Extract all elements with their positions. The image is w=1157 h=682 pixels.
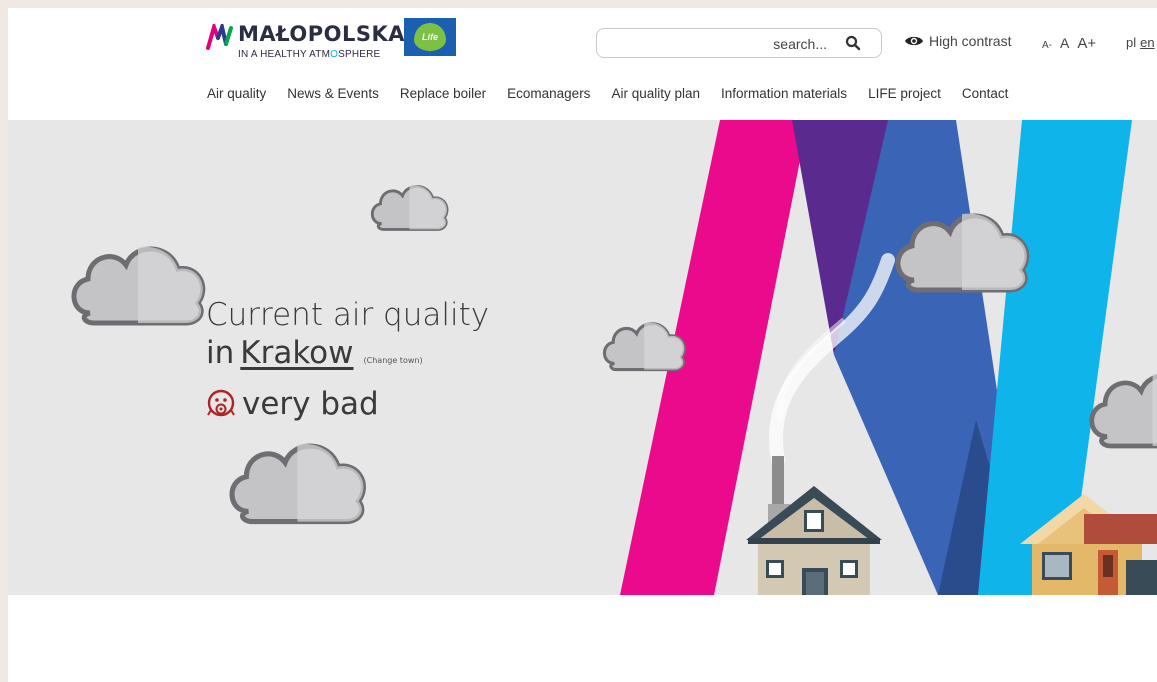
air-quality-status: very bad xyxy=(206,386,379,422)
nav-item-air-quality[interactable]: Air quality xyxy=(207,86,266,101)
lang-en-link[interactable]: en xyxy=(1140,35,1154,50)
air-quality-city-line: in Krakow (Change town) xyxy=(206,335,423,371)
air-quality-headline: Current air quality xyxy=(206,297,490,333)
nav-item-contact[interactable]: Contact xyxy=(962,86,1009,101)
life-logo: Life xyxy=(414,23,446,51)
main-navigation: Air quality News & Events Replace boiler… xyxy=(207,86,1029,101)
eye-icon xyxy=(905,36,923,46)
font-normal-button[interactable]: A xyxy=(1060,35,1069,51)
logo-title: MAŁOPOLSKA xyxy=(238,22,406,46)
font-larger-button[interactable]: A+ xyxy=(1077,35,1096,52)
lang-pl-link[interactable]: pl xyxy=(1126,35,1136,50)
search-input[interactable] xyxy=(605,29,829,59)
high-contrast-label: High contrast xyxy=(929,33,1012,49)
status-label: very bad xyxy=(242,386,379,422)
gas-mask-icon xyxy=(207,389,235,417)
page: MAŁOPOLSKA IN A HEALTHY ATMOSPHERE Life xyxy=(8,8,1157,682)
nav-item-information-materials[interactable]: Information materials xyxy=(721,86,847,101)
search-icon[interactable] xyxy=(845,35,861,51)
nav-item-replace-boiler[interactable]: Replace boiler xyxy=(400,86,486,101)
font-smaller-button[interactable]: A- xyxy=(1042,40,1052,51)
logo-subtitle: IN A HEALTHY ATMOSPHERE xyxy=(238,49,381,60)
hero-illustration xyxy=(8,120,1157,595)
nav-item-life-project[interactable]: LIFE project xyxy=(868,86,941,101)
nav-item-news-events[interactable]: News & Events xyxy=(287,86,379,101)
malopolska-m-icon xyxy=(206,24,233,50)
site-logo[interactable]: MAŁOPOLSKA IN A HEALTHY ATMOSPHERE Life xyxy=(206,18,466,66)
nav-item-air-quality-plan[interactable]: Air quality plan xyxy=(611,86,700,101)
search-box xyxy=(596,28,882,59)
font-size-controls: A- A A+ xyxy=(1042,35,1096,52)
city-link[interactable]: Krakow xyxy=(240,335,353,371)
language-switcher: pl en xyxy=(1126,35,1155,50)
house-left xyxy=(746,456,882,595)
eu-flag-icon: Life xyxy=(404,18,456,56)
nav-item-ecomanagers[interactable]: Ecomanagers xyxy=(507,86,590,101)
high-contrast-toggle[interactable]: High contrast xyxy=(904,33,1011,49)
change-town-link[interactable]: (Change town) xyxy=(364,356,423,365)
hero-banner: Current air quality in Krakow (Change to… xyxy=(8,120,1157,595)
in-label: in xyxy=(206,335,235,371)
